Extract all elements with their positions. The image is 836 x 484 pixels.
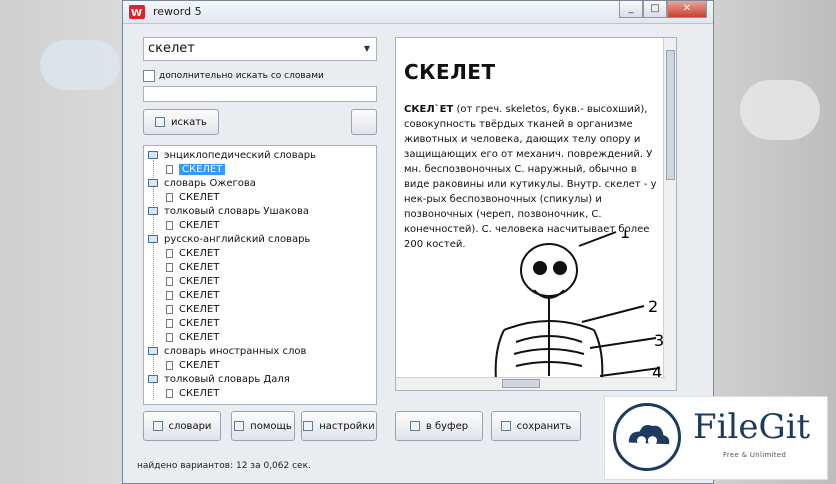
document-icon <box>166 192 173 202</box>
document-icon <box>166 164 173 174</box>
horizontal-scrollbar[interactable] <box>396 377 666 390</box>
filegit-title: FileGit <box>693 407 811 447</box>
document-icon <box>166 248 173 258</box>
tree-item[interactable]: СКЕЛЕТ <box>166 246 219 260</box>
document-icon <box>166 220 173 230</box>
document-icon <box>166 304 173 314</box>
help-icon <box>234 421 245 431</box>
status-bar-text: найдено вариантов: 12 за 0,062 сек. <box>137 461 311 471</box>
extra-words-input[interactable] <box>143 86 377 102</box>
search-combobox[interactable]: скелет ▼ <box>143 37 377 61</box>
filegit-logo-icon <box>613 403 681 471</box>
vertical-scrollbar[interactable] <box>663 38 676 390</box>
figure-label: 1 <box>620 230 630 242</box>
tree-item[interactable]: СКЕЛЕТ <box>166 218 219 232</box>
tree-group[interactable]: толковый словарь Даля <box>148 372 290 386</box>
tree-item[interactable]: СКЕЛЕТ <box>166 260 219 274</box>
svg-text:W: W <box>131 8 142 19</box>
save-button[interactable]: сохранить <box>491 411 581 441</box>
filegit-watermark: FileGit Free & Unlimited <box>604 396 828 480</box>
background-blob <box>40 40 120 90</box>
clipboard-icon <box>409 421 420 431</box>
save-icon <box>500 421 511 431</box>
search-icon <box>155 117 166 127</box>
extra-words-checkbox[interactable] <box>143 70 155 82</box>
figure-label: 2 <box>648 297 658 316</box>
tree-group[interactable]: русско-английский словарь <box>148 232 310 246</box>
tree-item[interactable]: СКЕЛЕТ <box>166 288 219 302</box>
document-icon <box>166 290 173 300</box>
vertical-scroll-thumb[interactable] <box>666 50 675 180</box>
maximize-button[interactable]: □ <box>643 1 667 18</box>
book-icon <box>148 347 158 355</box>
background-blob <box>740 80 820 140</box>
document-icon <box>166 276 173 286</box>
tree-group[interactable]: энциклопедический словарь <box>148 148 316 162</box>
tree-item[interactable]: СКЕЛЕТ <box>166 274 219 288</box>
horizontal-scroll-thumb[interactable] <box>502 379 540 388</box>
books-icon <box>152 421 163 431</box>
window-title: reword 5 <box>153 5 202 18</box>
dropdown-arrow-icon[interactable]: ▼ <box>364 44 370 53</box>
copy-button[interactable]: в буфер <box>395 411 483 441</box>
settings-icon <box>303 421 314 431</box>
tree-item[interactable]: СКЕЛЕТ <box>166 190 219 204</box>
tree-item[interactable]: СКЕЛЕТ <box>166 316 219 330</box>
book-icon <box>148 375 158 383</box>
book-icon <box>148 179 158 187</box>
document-icon <box>166 332 173 342</box>
search-button-label: искать <box>171 116 207 128</box>
title-bar: W reword 5 _ □ ✕ <box>123 1 713 24</box>
help-button[interactable]: помощь <box>231 411 295 441</box>
dictionaries-button[interactable]: словари <box>143 411 221 441</box>
search-button[interactable]: искать <box>143 109 219 135</box>
book-icon <box>148 235 158 243</box>
cloud-lock-icon <box>628 425 670 446</box>
dictionary-tree[interactable]: энциклопедический словарь СКЕЛЕТ словарь… <box>143 145 377 405</box>
tree-item-selected[interactable]: СКЕЛЕТ <box>166 162 226 176</box>
tree-group[interactable]: словарь иностранных слов <box>148 344 306 358</box>
book-icon <box>148 151 158 159</box>
skeleton-illustration: 1 2 3 4 <box>494 230 664 380</box>
secondary-tool-button[interactable] <box>351 109 377 135</box>
document-icon <box>166 388 173 398</box>
book-icon <box>148 207 158 215</box>
tree-item[interactable]: СКЕЛЕТ <box>166 302 219 316</box>
settings-button[interactable]: настройки <box>301 411 377 441</box>
document-icon <box>166 262 173 272</box>
article-term: СКЕЛ`ЕТ <box>404 104 454 115</box>
minimize-button[interactable]: _ <box>619 1 643 18</box>
article-body: (от греч. skeletos, букв.- высохший), со… <box>404 104 657 250</box>
tree-group[interactable]: толковый словарь Ушакова <box>148 204 309 218</box>
tree-item[interactable]: СКЕЛЕТ <box>166 330 219 344</box>
extra-words-option[interactable]: дополнительно искать со словами <box>143 69 324 83</box>
tree-item[interactable]: СКЕЛЕТ <box>166 358 219 372</box>
app-logo-icon: W <box>129 5 145 19</box>
filegit-subtitle: Free & Unlimited <box>723 451 787 459</box>
document-icon <box>166 318 173 328</box>
document-icon <box>166 360 173 370</box>
tree-group[interactable]: словарь Ожегова <box>148 176 256 190</box>
tree-item[interactable]: СКЕЛЕТ <box>166 386 219 400</box>
close-button[interactable]: ✕ <box>667 1 707 18</box>
article-view[interactable]: СКЕЛЕТ СКЕЛ`ЕТ (от греч. skeletos, букв.… <box>395 37 677 391</box>
search-value: скелет <box>148 41 195 56</box>
article-heading: СКЕЛЕТ <box>404 60 496 84</box>
extra-words-label: дополнительно искать со словами <box>159 71 324 81</box>
